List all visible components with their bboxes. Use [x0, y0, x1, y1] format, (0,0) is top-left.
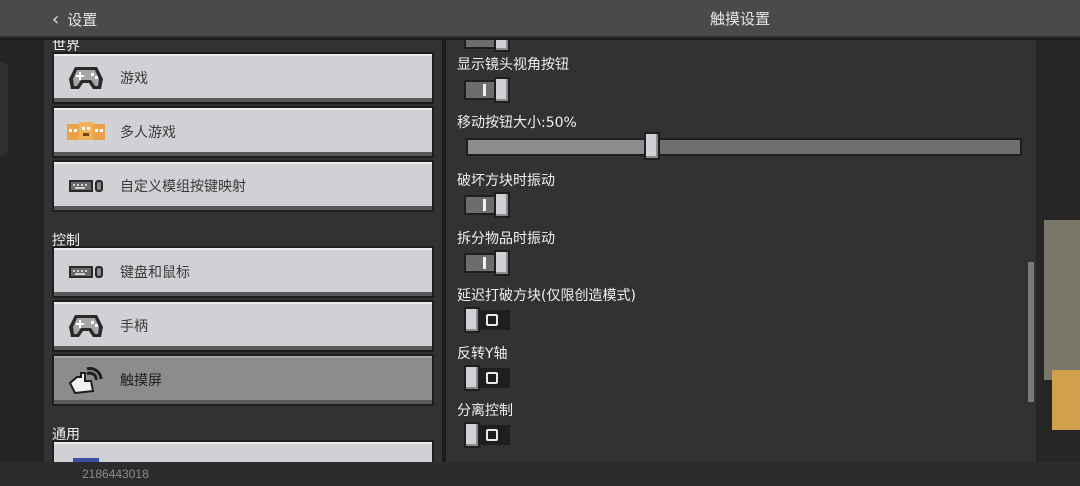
- toggle-knob: [464, 365, 480, 391]
- toggle-off-mark: [486, 314, 498, 326]
- gamepad-icon: [66, 310, 106, 342]
- nav-item-mod-keybindings[interactable]: 自定义模组按键映射: [52, 160, 434, 212]
- nav-item-label: 手柄: [120, 319, 148, 335]
- keyboard-mouse-icon: [66, 256, 106, 288]
- slider-knob[interactable]: [644, 132, 660, 160]
- background-block: [1044, 220, 1080, 380]
- setting-label-delayed-break: 延迟打破方块(仅限创造模式): [457, 288, 636, 304]
- toggle-knob: [494, 250, 510, 276]
- setting-label-camera-button: 显示镜头视角按钮: [457, 57, 569, 73]
- toggle-on-mark: [483, 84, 486, 96]
- nav-item-keyboard-mouse[interactable]: 键盘和鼠标: [52, 246, 434, 298]
- toggle-hidden-above[interactable]: [464, 40, 510, 52]
- watermark: 2186443018: [82, 467, 149, 481]
- toggle-on-mark: [483, 199, 486, 211]
- back-label: 设置: [67, 10, 98, 29]
- nav-item-label: 键盘和鼠标: [120, 265, 190, 281]
- toggle-off-mark: [486, 429, 498, 441]
- toggle-knob: [494, 77, 510, 103]
- page-title: 触摸设置: [709, 10, 770, 28]
- toggle-camera-button[interactable]: [464, 77, 510, 103]
- nav-item-general[interactable]: [52, 440, 434, 462]
- toggle-delayed-break[interactable]: [464, 307, 510, 333]
- toggle-off-mark: [486, 372, 498, 384]
- settings-category-list[interactable]: 世界 游戏 多人游戏 自定义模组按键映射 控制 键盘和鼠标 手柄 触摸屏 通用: [44, 40, 442, 462]
- nav-item-label: 游戏: [120, 71, 148, 87]
- nav-item-touchscreen[interactable]: 触摸屏: [52, 354, 434, 406]
- toggle-knob: [464, 307, 480, 333]
- setting-label-break-vibration: 破坏方块时振动: [457, 173, 555, 189]
- toggle-split-controls[interactable]: [464, 422, 510, 448]
- gamepad-icon: [66, 62, 106, 94]
- general-icon: [66, 450, 106, 462]
- players-icon: [66, 116, 106, 148]
- background-block: [1052, 370, 1080, 430]
- setting-label-split-controls: 分离控制: [457, 403, 513, 419]
- button-size-slider[interactable]: [466, 138, 1022, 156]
- nav-item-controller[interactable]: 手柄: [52, 300, 434, 352]
- nav-item-game[interactable]: 游戏: [52, 52, 434, 104]
- header-bar: ‹ 设置 触摸设置: [0, 0, 1080, 38]
- setting-label-invert-y: 反转Y轴: [457, 346, 508, 362]
- background-right: [1036, 40, 1080, 486]
- keyboard-mouse-icon: [66, 170, 106, 202]
- nav-item-label: 触摸屏: [120, 373, 162, 389]
- nav-item-label: 自定义模组按键映射: [120, 179, 246, 195]
- slider-fill: [468, 140, 650, 154]
- toggle-on-mark: [483, 257, 486, 269]
- toggle-invert-y[interactable]: [464, 365, 510, 391]
- nav-item-label: 多人游戏: [120, 125, 176, 141]
- setting-label-button-size: 移动按钮大小:50%: [457, 115, 577, 131]
- chevron-left-icon: ‹: [52, 8, 60, 30]
- toggle-knob: [464, 422, 480, 448]
- nav-item-multiplayer[interactable]: 多人游戏: [52, 106, 434, 158]
- setting-label-split-vibration: 拆分物品时振动: [457, 231, 555, 247]
- background-panel-edge: [0, 62, 8, 156]
- scrollbar[interactable]: [1028, 262, 1034, 402]
- toggle-knob: [494, 40, 510, 52]
- toggle-break-vibration[interactable]: [464, 192, 510, 218]
- toggle-knob: [494, 192, 510, 218]
- background-bottom: [0, 462, 1080, 486]
- touch-icon: [66, 364, 106, 396]
- touch-settings-panel[interactable]: 显示镜头视角按钮 移动按钮大小:50% 破坏方块时振动 拆分物品时振动 延迟打破…: [446, 40, 1036, 462]
- back-button[interactable]: ‹ 设置: [52, 7, 97, 31]
- toggle-split-vibration[interactable]: [464, 250, 510, 276]
